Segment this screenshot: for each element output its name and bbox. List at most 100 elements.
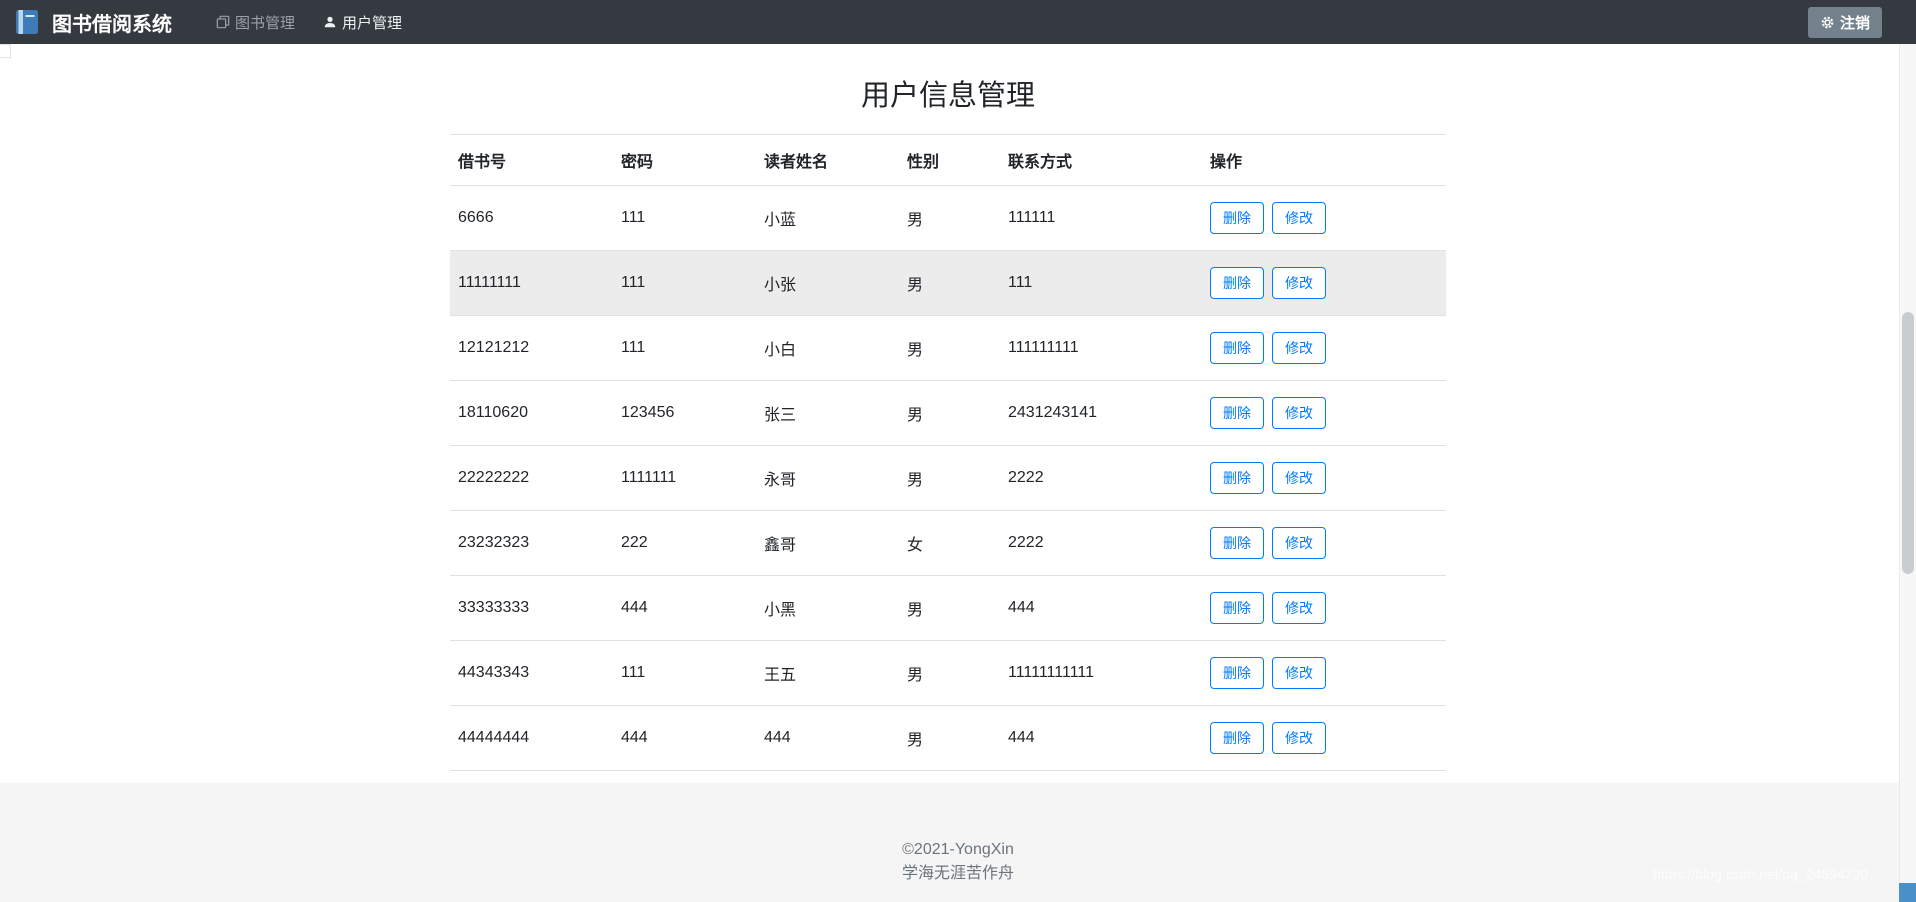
cell-contact: 111	[1000, 251, 1202, 316]
cell-password: 444	[613, 576, 756, 641]
header-password: 密码	[613, 135, 756, 186]
cell-operations: 删除修改	[1202, 446, 1446, 511]
table-row: 44444444444444男444删除修改	[450, 706, 1446, 771]
cell-name: 小蓝	[756, 186, 899, 251]
logout-label: 注销	[1840, 12, 1870, 33]
cell-operations: 删除修改	[1202, 706, 1446, 771]
nav-item-label: 图书管理	[235, 12, 295, 33]
app-title: 图书借阅系统	[52, 8, 172, 37]
delete-button[interactable]: 删除	[1210, 462, 1264, 494]
cell-id: 33333333	[450, 576, 613, 641]
cell-password: 111	[613, 641, 756, 706]
header-borrow-id: 借书号	[450, 135, 613, 186]
edit-button[interactable]: 修改	[1272, 527, 1326, 559]
nav-item-label: 用户管理	[342, 12, 402, 33]
cell-password: 222	[613, 511, 756, 576]
cell-id: 12121212	[450, 316, 613, 381]
footer: ©2021-YongXin 学海无涯苦作舟 https://blog.csdn.…	[0, 783, 1916, 902]
edit-button[interactable]: 修改	[1272, 267, 1326, 299]
cell-gender: 男	[899, 576, 1000, 641]
cell-name: 永哥	[756, 446, 899, 511]
header-contact: 联系方式	[1000, 135, 1202, 186]
delete-button[interactable]: 删除	[1210, 592, 1264, 624]
left-edge-artifact	[0, 44, 11, 58]
delete-button[interactable]: 删除	[1210, 202, 1264, 234]
cell-id: 44343343	[450, 641, 613, 706]
edit-button[interactable]: 修改	[1272, 202, 1326, 234]
delete-button[interactable]: 删除	[1210, 397, 1264, 429]
navbar: 图书借阅系统 图书管理 用户管理 注销	[0, 0, 1916, 44]
cell-name: 444	[756, 706, 899, 771]
cell-name: 鑫哥	[756, 511, 899, 576]
edit-button[interactable]: 修改	[1272, 332, 1326, 364]
scrollbar-corner-button[interactable]	[1899, 883, 1916, 902]
cell-password: 444	[613, 706, 756, 771]
cell-id: 22222222	[450, 446, 613, 511]
page-title: 用户信息管理	[450, 72, 1446, 114]
footer-copyright: ©2021-YongXin	[0, 838, 1916, 862]
edit-button[interactable]: 修改	[1272, 462, 1326, 494]
edit-button[interactable]: 修改	[1272, 397, 1326, 429]
cell-gender: 男	[899, 446, 1000, 511]
table-body: 6666111小蓝男111111删除修改11111111111小张男111删除修…	[450, 186, 1446, 836]
cell-contact: 2222	[1000, 446, 1202, 511]
logout-button[interactable]: 注销	[1808, 7, 1882, 38]
cell-gender: 男	[899, 641, 1000, 706]
cell-contact: 444	[1000, 706, 1202, 771]
cell-operations: 删除修改	[1202, 251, 1446, 316]
cell-gender: 男	[899, 381, 1000, 446]
footer-motto: 学海无涯苦作舟	[0, 862, 1916, 886]
cell-password: 111	[613, 186, 756, 251]
edit-button[interactable]: 修改	[1272, 592, 1326, 624]
table-row: 222222221111111永哥男2222删除修改	[450, 446, 1446, 511]
user-icon	[323, 15, 337, 29]
cell-id: 18110620	[450, 381, 613, 446]
delete-button[interactable]: 删除	[1210, 527, 1264, 559]
scrollbar-thumb[interactable]	[1902, 312, 1914, 574]
csdn-watermark: https://blog.csdn.net/qq_24694720	[1653, 862, 1868, 886]
cell-gender: 男	[899, 186, 1000, 251]
cell-id: 44444444	[450, 706, 613, 771]
header-operations: 操作	[1202, 135, 1446, 186]
cell-id: 11111111	[450, 251, 613, 316]
cell-operations: 删除修改	[1202, 186, 1446, 251]
cell-name: 王五	[756, 641, 899, 706]
nav-item-book-management[interactable]: 图书管理	[216, 12, 295, 33]
user-table: 借书号 密码 读者姓名 性别 联系方式 操作 6666111小蓝男111111删…	[450, 134, 1446, 836]
books-icon	[216, 15, 230, 29]
cell-operations: 删除修改	[1202, 576, 1446, 641]
cell-operations: 删除修改	[1202, 641, 1446, 706]
cell-contact: 2431243141	[1000, 381, 1202, 446]
cell-operations: 删除修改	[1202, 381, 1446, 446]
cell-gender: 男	[899, 251, 1000, 316]
edit-button[interactable]: 修改	[1272, 722, 1326, 754]
table-row: 11111111111小张男111删除修改	[450, 251, 1446, 316]
cell-gender: 男	[899, 316, 1000, 381]
cell-contact: 2222	[1000, 511, 1202, 576]
gear-icon	[1820, 15, 1835, 30]
cell-id: 23232323	[450, 511, 613, 576]
cell-operations: 删除修改	[1202, 316, 1446, 381]
delete-button[interactable]: 删除	[1210, 332, 1264, 364]
cell-name: 张三	[756, 381, 899, 446]
scrollbar-track[interactable]	[1899, 44, 1916, 902]
delete-button[interactable]: 删除	[1210, 722, 1264, 754]
cell-name: 小白	[756, 316, 899, 381]
cell-gender: 男	[899, 706, 1000, 771]
table-row: 12121212111小白男111111111删除修改	[450, 316, 1446, 381]
main-content: 用户信息管理 借书号 密码 读者姓名 性别 联系方式 操作 6666111小蓝男…	[450, 44, 1446, 888]
table-row: 44343343111王五男11111111111删除修改	[450, 641, 1446, 706]
header-gender: 性别	[899, 135, 1000, 186]
edit-button[interactable]: 修改	[1272, 657, 1326, 689]
cell-password: 1111111	[613, 446, 756, 511]
cell-password: 111	[613, 316, 756, 381]
cell-id: 6666	[450, 186, 613, 251]
cell-gender: 女	[899, 511, 1000, 576]
table-header: 借书号 密码 读者姓名 性别 联系方式 操作	[450, 135, 1446, 186]
cell-contact: 444	[1000, 576, 1202, 641]
nav-item-user-management[interactable]: 用户管理	[323, 12, 402, 33]
delete-button[interactable]: 删除	[1210, 657, 1264, 689]
cell-name: 小张	[756, 251, 899, 316]
table-row: 6666111小蓝男111111删除修改	[450, 186, 1446, 251]
delete-button[interactable]: 删除	[1210, 267, 1264, 299]
